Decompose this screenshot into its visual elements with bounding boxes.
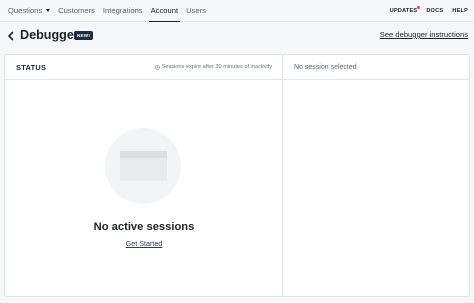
expire-note-text: Sessions expire after 30 minutes of inac…	[161, 64, 272, 70]
page-title: Debugger	[20, 28, 79, 42]
nav-tabs: Questions Customers Integrations Account…	[8, 0, 210, 22]
docs-link[interactable]: DOCS	[426, 8, 443, 14]
session-detail-panel: No session selected	[283, 55, 469, 296]
empty-state-illustration	[105, 128, 181, 204]
nav-item-label: Questions	[8, 6, 43, 15]
updates-link[interactable]: UPDATES	[389, 5, 421, 14]
nav-item-label: Users	[186, 6, 206, 15]
nav-item-label: Customers	[58, 6, 95, 15]
session-panel-header: No session selected	[283, 55, 469, 80]
nav-item-label: Account	[150, 6, 179, 15]
nav-item-users[interactable]: Users	[182, 0, 210, 21]
session-expire-note: Sessions expire after 30 minutes of inac…	[154, 64, 272, 70]
nav-item-account[interactable]: Account	[147, 0, 182, 22]
clock-icon	[154, 64, 160, 70]
top-nav: Questions Customers Integrations Account…	[0, 0, 474, 22]
nav-item-label: Integrations	[102, 6, 143, 15]
chevron-left-icon[interactable]	[7, 31, 15, 41]
no-session-text: No session selected	[294, 64, 357, 71]
get-started-link[interactable]: Get Started	[126, 239, 163, 248]
status-heading: STATUS	[16, 63, 47, 72]
nav-item-questions[interactable]: Questions	[8, 0, 54, 21]
nav-right-links: UPDATES DOCS HELP	[390, 0, 468, 21]
notification-dot-icon	[417, 5, 421, 9]
empty-state-title: No active sessions	[93, 221, 195, 233]
updates-label: UPDATES	[389, 7, 418, 14]
nav-item-customers[interactable]: Customers	[54, 0, 99, 21]
new-badge: NEW!	[74, 31, 94, 40]
status-panel-header: STATUS Sessions expire after 30 minutes …	[5, 55, 282, 80]
debugger-instructions-link[interactable]: See debugger instructions	[380, 30, 468, 39]
nav-item-integrations[interactable]: Integrations	[99, 0, 147, 21]
status-panel: STATUS Sessions expire after 30 minutes …	[5, 55, 283, 296]
empty-card-bar	[120, 151, 167, 158]
caret-down-icon	[46, 9, 51, 12]
debugger-panel: STATUS Sessions expire after 30 minutes …	[4, 54, 470, 297]
get-started-wrapper: Get Started	[5, 239, 283, 248]
help-link[interactable]: HELP	[452, 8, 468, 14]
